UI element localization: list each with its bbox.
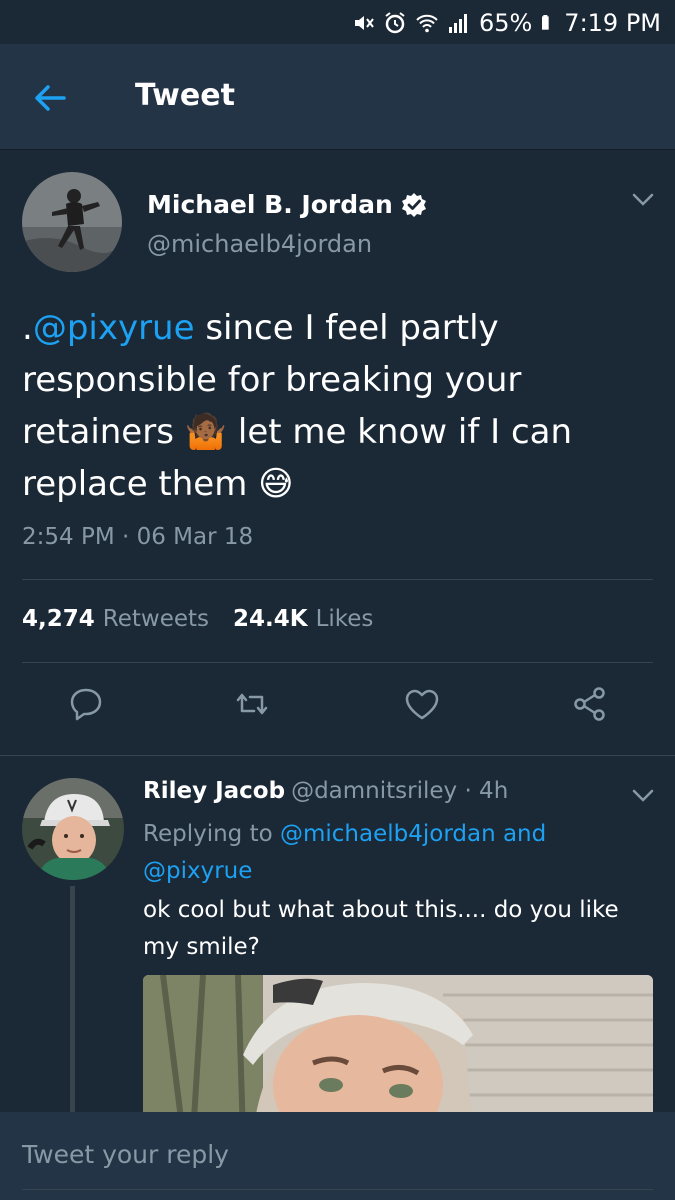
mention-link[interactable]: @pixyrue: [33, 308, 195, 348]
signal-icon: [448, 14, 467, 33]
reply-composer[interactable]: Tweet your reply: [0, 1112, 675, 1200]
verified-badge-icon: [401, 192, 426, 217]
clock: 7:19 PM: [564, 9, 661, 37]
reply-author-avatar[interactable]: [22, 778, 124, 880]
tweet-actions: [0, 684, 675, 734]
retweets-count: 4,274: [22, 606, 95, 632]
alarm-icon: [385, 12, 405, 34]
reply-media-image[interactable]: [143, 975, 653, 1112]
sweat-smile-emoji: 😅: [258, 464, 294, 504]
reply-icon[interactable]: [66, 684, 106, 724]
thread-line: [70, 886, 75, 1112]
chevron-down-icon[interactable]: [628, 190, 658, 210]
status-bar: 65% 7:19 PM: [0, 0, 675, 44]
reply-text: ok cool but what about this.... do you l…: [143, 897, 619, 960]
text-line4: replace them: [22, 464, 259, 504]
text-line3a: retainers: [22, 412, 185, 452]
retweets-stat[interactable]: 4,274 Retweets: [22, 606, 209, 632]
shrug-emoji: 🤷🏾: [184, 412, 228, 452]
text-line1: since I feel partly: [194, 308, 499, 348]
replying-to: Replying to @michaelb4jordan and @pixyru…: [143, 816, 643, 890]
author-name[interactable]: Michael B. Jordan: [147, 190, 427, 219]
author-name-text: Michael B. Jordan: [147, 190, 393, 219]
replying-mention[interactable]: @pixyrue: [143, 858, 252, 884]
divider: [22, 662, 653, 663]
heart-icon[interactable]: [402, 684, 442, 724]
likes-stat[interactable]: 24.4K Likes: [233, 606, 373, 632]
replying-and: and: [495, 821, 547, 847]
reply-input[interactable]: Tweet your reply: [22, 1140, 229, 1169]
reply-author-name[interactable]: Riley Jacob: [143, 778, 285, 804]
retweet-icon[interactable]: [232, 684, 272, 724]
tweet-timestamp: 2:54 PM · 06 Mar 18: [22, 524, 254, 550]
text-line3b: let me know if I can: [227, 412, 573, 452]
reply-header: Riley Jacob @damnitsriley · 4h: [143, 778, 508, 804]
text-line2: responsible for breaking your: [22, 360, 522, 400]
battery-icon: [542, 15, 549, 30]
main-tweet: Michael B. Jordan @michaelb4jordan .@pix…: [0, 150, 675, 755]
retweets-label: Retweets: [102, 606, 209, 632]
likes-count: 24.4K: [233, 606, 308, 632]
replying-prefix: Replying to: [143, 821, 280, 847]
likes-label: Likes: [315, 606, 374, 632]
arrow-left-icon[interactable]: [30, 78, 70, 118]
author-handle[interactable]: @michaelb4jordan: [147, 230, 372, 258]
wifi-icon: [416, 14, 438, 33]
battery-percent: 65%: [478, 9, 533, 37]
mute-icon: [354, 16, 374, 30]
share-icon[interactable]: [570, 684, 610, 724]
tweet-text: .@pixyrue since I feel partly responsibl…: [22, 302, 652, 510]
chevron-down-icon[interactable]: [628, 786, 658, 806]
reply-meta: @damnitsriley · 4h: [291, 778, 509, 804]
author-avatar[interactable]: [22, 172, 122, 272]
text-prefix: .: [22, 308, 33, 348]
app-bar: Tweet: [0, 44, 675, 150]
divider: [22, 579, 653, 580]
replying-mention[interactable]: @michaelb4jordan: [280, 821, 496, 847]
tweet-stats: 4,274 Retweets 24.4K Likes: [22, 606, 373, 632]
page-title: Tweet: [135, 78, 235, 113]
reply-tweet[interactable]: Riley Jacob @damnitsriley · 4h Replying t…: [0, 756, 675, 1112]
composer-underline: [22, 1189, 653, 1190]
